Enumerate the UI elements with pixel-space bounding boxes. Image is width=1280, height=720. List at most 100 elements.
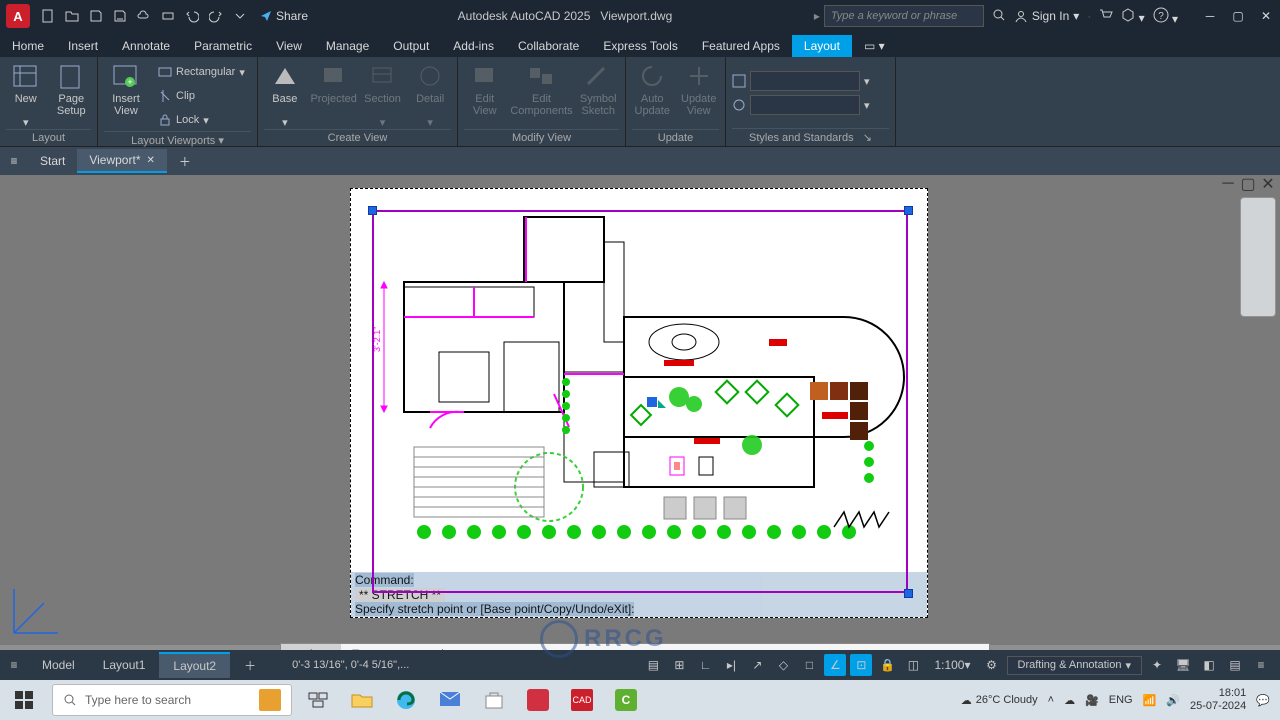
tray-volume-icon[interactable]: 🔊 bbox=[1166, 694, 1180, 707]
new-layout-button[interactable]: New▾ bbox=[6, 61, 46, 129]
qat-new-icon[interactable] bbox=[38, 6, 58, 26]
camtasia-icon[interactable]: C bbox=[604, 680, 648, 720]
status-osnap-icon[interactable]: □ bbox=[798, 654, 820, 676]
weather-widget[interactable]: ☁ 26°C Cloudy bbox=[961, 694, 1038, 707]
status-iso-icon[interactable]: ◇ bbox=[772, 654, 794, 676]
menu-extra-icon[interactable]: ▭ ▾ bbox=[852, 35, 897, 57]
symbol-sketch-button: Symbol Sketch bbox=[578, 61, 620, 129]
grip-tr[interactable] bbox=[904, 206, 913, 215]
tab-layout2[interactable]: Layout2 bbox=[159, 652, 230, 678]
menu-view[interactable]: View bbox=[264, 35, 314, 57]
tray-onedrive-icon[interactable]: ☁ bbox=[1064, 694, 1075, 707]
menu-insert[interactable]: Insert bbox=[56, 35, 110, 57]
qat-cloud-icon[interactable] bbox=[134, 6, 154, 26]
app-red-icon[interactable] bbox=[516, 680, 560, 720]
grip-tl[interactable] bbox=[368, 206, 377, 215]
menu-home[interactable]: Home bbox=[0, 35, 56, 57]
tab-layout1[interactable]: Layout1 bbox=[89, 653, 160, 677]
close-icon[interactable]: ✕ bbox=[146, 155, 154, 166]
cart-icon[interactable] bbox=[1099, 8, 1113, 25]
status-monitor-icon[interactable]: 🖥 bbox=[1172, 654, 1194, 676]
menu-parametric[interactable]: Parametric bbox=[182, 35, 264, 57]
share-button[interactable]: Share bbox=[254, 6, 314, 26]
tab-model[interactable]: Model bbox=[28, 653, 89, 677]
vp-close-icon[interactable]: ✕ bbox=[1260, 177, 1276, 191]
menu-layout[interactable]: Layout bbox=[792, 35, 852, 57]
menu-collaborate[interactable]: Collaborate bbox=[506, 35, 591, 57]
app-icon[interactable]: A bbox=[6, 4, 30, 28]
menu-addins[interactable]: Add-ins bbox=[441, 35, 506, 57]
search-input[interactable]: Type a keyword or phrase bbox=[824, 5, 984, 27]
rectangular-button[interactable]: Rectangular ▾ bbox=[154, 61, 249, 83]
search-icon[interactable] bbox=[992, 8, 1006, 25]
tab-viewport[interactable]: Viewport*✕ bbox=[77, 149, 167, 173]
status-otrack-icon[interactable]: ∠ bbox=[824, 654, 846, 676]
status-scale-label[interactable]: 1:100 ▾ bbox=[928, 654, 976, 676]
panel-title: Create View bbox=[264, 129, 451, 146]
qat-redo-icon[interactable] bbox=[206, 6, 226, 26]
tray-notifications-icon[interactable]: 💬 bbox=[1256, 694, 1270, 707]
status-menu-icon[interactable]: ≡ bbox=[1250, 654, 1272, 676]
mail-icon[interactable] bbox=[428, 680, 472, 720]
qat-save-icon[interactable] bbox=[86, 6, 106, 26]
grip-br[interactable] bbox=[904, 589, 913, 598]
insert-view-button[interactable]: +Insert View bbox=[104, 61, 148, 131]
status-lwt-icon[interactable]: ⊡ bbox=[850, 654, 872, 676]
chevron-down-icon[interactable] bbox=[230, 6, 250, 26]
view-cube[interactable] bbox=[1240, 197, 1276, 317]
status-plus-icon[interactable]: ✦ bbox=[1146, 654, 1168, 676]
status-gear-icon[interactable]: ⚙ bbox=[981, 654, 1003, 676]
qat-saveas-icon[interactable] bbox=[110, 6, 130, 26]
tab-start[interactable]: Start bbox=[28, 150, 77, 172]
tabbar-menu-icon[interactable]: ≡ bbox=[0, 147, 28, 175]
explorer-icon[interactable] bbox=[340, 680, 384, 720]
workspace-selector[interactable]: Drafting & Annotation ▾ bbox=[1007, 656, 1143, 675]
status-polar-icon[interactable]: ↗ bbox=[746, 654, 768, 676]
tray-lang[interactable]: ENG bbox=[1109, 694, 1133, 706]
start-button[interactable] bbox=[0, 680, 48, 720]
watermark: RRCG bbox=[540, 614, 740, 664]
task-view-icon[interactable] bbox=[296, 680, 340, 720]
vp-minimize-icon[interactable]: ─ bbox=[1220, 177, 1236, 191]
tab-add-button[interactable]: ＋ bbox=[167, 149, 203, 174]
vp-maximize-icon[interactable]: ▢ bbox=[1240, 177, 1256, 191]
status-trans-icon[interactable]: 🔒 bbox=[876, 654, 898, 676]
minimize-button[interactable]: ─ bbox=[1196, 5, 1224, 27]
qat-open-icon[interactable] bbox=[62, 6, 82, 26]
menu-manage[interactable]: Manage bbox=[314, 35, 381, 57]
style-dropdown-2[interactable] bbox=[750, 95, 860, 115]
tray-wifi-icon[interactable]: 📶 bbox=[1143, 694, 1157, 707]
store-icon[interactable] bbox=[472, 680, 516, 720]
autocad-task-icon[interactable]: CAD bbox=[560, 680, 604, 720]
user-icon[interactable]: Sign In ▾ bbox=[1014, 9, 1079, 23]
taskbar-search[interactable]: Type here to search bbox=[52, 684, 292, 716]
status-s1-icon[interactable]: ◧ bbox=[1198, 654, 1220, 676]
maximize-button[interactable]: ▢ bbox=[1224, 5, 1252, 27]
drawing-canvas[interactable]: ─ ▢ ✕ Command: ** STRETCH ** Specify str… bbox=[0, 175, 1280, 645]
menu-annotate[interactable]: Annotate bbox=[110, 35, 182, 57]
base-button[interactable]: Base▾ bbox=[264, 61, 306, 129]
app-icon2[interactable]: ▾ bbox=[1121, 8, 1144, 25]
qat-plot-icon[interactable] bbox=[158, 6, 178, 26]
tray-meet-icon[interactable]: 🎥 bbox=[1085, 694, 1099, 707]
page-setup-button[interactable]: Page Setup bbox=[52, 61, 92, 129]
menu-output[interactable]: Output bbox=[381, 35, 441, 57]
lock-button[interactable]: Lock ▾ bbox=[154, 109, 249, 131]
layout-menu-icon[interactable]: ≡ bbox=[0, 651, 28, 679]
viewport-frame[interactable]: 3'-2.1" bbox=[372, 210, 908, 593]
clip-button[interactable]: Clip bbox=[154, 85, 249, 107]
status-s2-icon[interactable]: ▤ bbox=[1224, 654, 1246, 676]
menu-featured[interactable]: Featured Apps bbox=[690, 35, 792, 57]
detail-button: Detail▾ bbox=[409, 61, 451, 129]
tray-clock[interactable]: 18:0125-07-2024 bbox=[1190, 687, 1246, 713]
ribbon: New▾ Page Setup Layout +Insert View Rect… bbox=[0, 57, 1280, 147]
menu-express[interactable]: Express Tools bbox=[591, 35, 689, 57]
help-icon[interactable]: ? ▾ bbox=[1153, 7, 1178, 26]
status-anno-icon[interactable]: ◫ bbox=[902, 654, 924, 676]
tab-add-layout[interactable]: ＋ bbox=[230, 652, 270, 679]
style-dropdown-1[interactable] bbox=[750, 71, 860, 91]
tray-chevron-icon[interactable]: ˄ bbox=[1048, 694, 1054, 706]
qat-undo-icon[interactable] bbox=[182, 6, 202, 26]
close-button[interactable]: ✕ bbox=[1252, 5, 1280, 27]
edge-icon[interactable] bbox=[384, 680, 428, 720]
